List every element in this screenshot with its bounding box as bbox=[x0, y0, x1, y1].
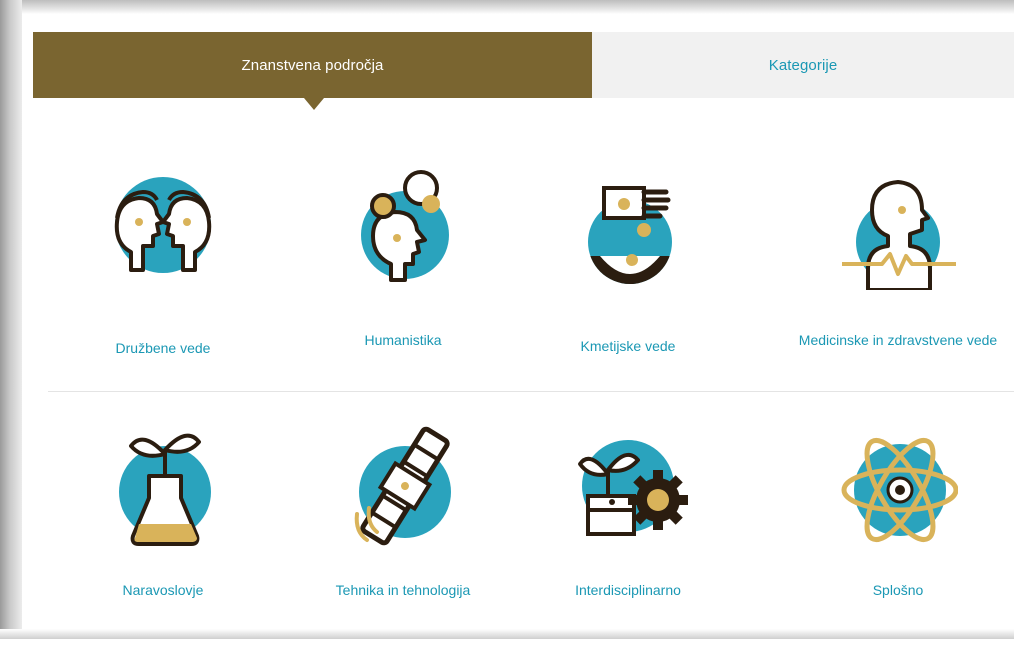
flask-plant-icon bbox=[119, 433, 211, 546]
field-label: Interdisciplinarno bbox=[575, 582, 681, 598]
window-shadow-top bbox=[0, 0, 1014, 14]
field-label: Družbene vede bbox=[115, 340, 211, 356]
field-druzbene-vede[interactable]: Družbene vede bbox=[78, 160, 248, 385]
plant-gear-icon bbox=[578, 440, 688, 536]
tab-label: Kategorije bbox=[768, 56, 838, 74]
tab-znanstvena-podrocja[interactable]: Znanstvena področja bbox=[33, 32, 592, 110]
field-tehnika-in-tehnologija[interactable]: Tehnika in tehnologija bbox=[318, 420, 488, 645]
field-label: Kmetijske vede bbox=[580, 338, 676, 354]
field-label: Tehnika in tehnologija bbox=[335, 582, 471, 598]
field-label: Humanistika bbox=[364, 332, 442, 348]
hand-seed-icon bbox=[588, 186, 672, 284]
field-interdisciplinarno[interactable]: Interdisciplinarno bbox=[543, 420, 713, 645]
field-medicinske-in-zdravstvene-vede[interactable]: Medicinske in zdravstvene vede bbox=[799, 160, 997, 385]
field-naravoslovje[interactable]: Naravoslovje bbox=[78, 420, 248, 645]
tab-kategorije[interactable]: Kategorije bbox=[592, 32, 1014, 98]
field-splosno[interactable]: Splošno bbox=[813, 420, 983, 645]
field-kmetijske-vede[interactable]: Kmetijske vede bbox=[543, 160, 713, 385]
two-faces-icon bbox=[114, 177, 212, 273]
head-thoughts-icon bbox=[361, 170, 449, 282]
field-label: Splošno bbox=[872, 582, 924, 598]
atom-icon bbox=[841, 437, 958, 543]
field-label: Naravoslovje bbox=[122, 582, 204, 598]
tab-label: Znanstvena področja bbox=[241, 56, 384, 74]
field-humanistika[interactable]: Humanistika bbox=[318, 160, 488, 385]
field-label: Medicinske in zdravstvene vede bbox=[798, 332, 998, 348]
heartbeat-person-icon bbox=[842, 180, 956, 290]
satellite-icon bbox=[354, 426, 451, 546]
tab-bar: Znanstvena področja Kategorije bbox=[33, 32, 1014, 110]
window-shadow-left bbox=[0, 0, 22, 639]
row-divider bbox=[48, 391, 1014, 392]
